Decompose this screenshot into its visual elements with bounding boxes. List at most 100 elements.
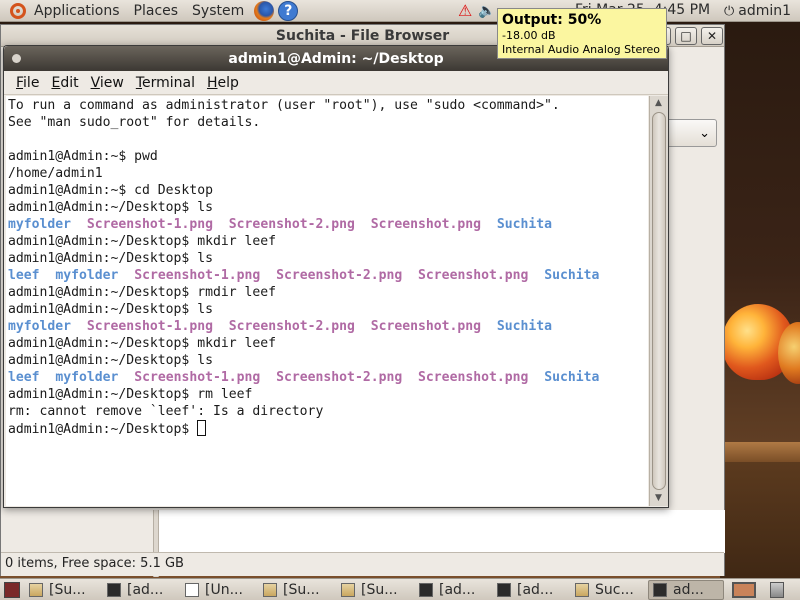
scroll-up-arrow-icon[interactable]: ▲ <box>650 96 667 110</box>
ls-file-entry: Screenshot.png <box>418 370 529 385</box>
terminal-line: admin1@Admin:~/Desktop$ ls <box>8 353 213 368</box>
menu-mnemonic: V <box>90 74 100 91</box>
file-browser-title: Suchita - File Browser <box>275 27 450 44</box>
scroll-down-arrow-icon[interactable]: ▼ <box>650 491 667 505</box>
ls-file-entry: Screenshot-1.png <box>86 217 213 232</box>
menu-file[interactable]: File <box>10 75 45 91</box>
taskbar-window-label: [ad... <box>439 581 476 598</box>
menu-label: erminal <box>142 74 195 91</box>
terminal-line: /home/admin1 <box>8 166 103 181</box>
firefox-icon[interactable] <box>254 0 275 21</box>
workspace-switcher[interactable] <box>732 581 756 598</box>
ls-file-entry: Screenshot-2.png <box>228 217 355 232</box>
ls-file-entry: Screenshot-1.png <box>86 319 213 334</box>
terminal-icon <box>419 582 433 597</box>
terminal-menubar: File Edit View Terminal Help <box>4 71 668 95</box>
terminal-icon <box>107 582 121 597</box>
terminal-line: admin1@Admin:~$ pwd <box>8 149 158 164</box>
file-browser-statusbar: 0 items, Free space: 5.1 GB <box>1 552 724 576</box>
power-icon: ⏻ <box>724 3 735 19</box>
terminal-line: admin1@Admin:~$ cd Desktop <box>8 183 213 198</box>
applications-menu[interactable]: Applications <box>30 0 124 22</box>
ubuntu-logo-icon[interactable] <box>10 2 26 19</box>
menu-view[interactable]: View <box>85 75 130 91</box>
terminal-line: See "man sudo_root" for details. <box>8 115 261 130</box>
taskbar-window-label: Suc... <box>595 581 634 598</box>
ls-directory-entry: Suchita <box>496 217 553 232</box>
taskbar-window-button[interactable]: [Su... <box>336 580 412 600</box>
volume-db: -18.00 dB <box>502 29 556 42</box>
wallpaper-table-edge <box>720 442 800 462</box>
ls-output-line: myfolder Screenshot-1.png Screenshot-2.p… <box>8 216 646 233</box>
menu-label: elp <box>217 74 239 91</box>
ls-file-entry: Screenshot-2.png <box>276 370 403 385</box>
taskbar-window-button[interactable]: [Su... <box>258 580 334 600</box>
ls-output-line: leef myfolder Screenshot-1.png Screensho… <box>8 369 646 386</box>
terminal-line: admin1@Admin:~/Desktop$ rmdir leef <box>8 285 277 300</box>
trash-icon[interactable] <box>770 581 784 598</box>
system-menu[interactable]: System <box>188 0 248 22</box>
menu-mnemonic: F <box>16 74 24 91</box>
taskbar-window-button[interactable]: ad... <box>648 579 724 600</box>
taskbar-window-label: [Un... <box>205 581 243 598</box>
terminal-line: admin1@Admin:~/Desktop$ mkdir leef <box>8 336 277 351</box>
menu-label: iew <box>99 74 124 91</box>
taskbar-window-label: ad... <box>673 581 704 598</box>
taskbar-window-button[interactable]: [Un... <box>180 580 256 600</box>
volume-icon[interactable]: 🔈 <box>478 2 496 20</box>
taskbar-window-label: [Su... <box>361 581 398 598</box>
terminal-icon <box>653 582 667 597</box>
folder-icon <box>341 582 355 597</box>
places-menu[interactable]: Places <box>130 0 183 22</box>
scrollbar-thumb[interactable] <box>652 112 666 490</box>
terminal-title: admin1@Admin: ~/Desktop <box>228 50 444 67</box>
help-icon[interactable]: ? <box>278 0 299 21</box>
menu-edit[interactable]: Edit <box>45 75 84 91</box>
current-prompt-line: admin1@Admin:~/Desktop$ <box>8 420 646 437</box>
ls-directory-entry: myfolder <box>55 268 119 283</box>
terminal-cursor <box>197 420 207 436</box>
maximize-button[interactable]: □ <box>675 27 697 45</box>
ls-output-line: myfolder Screenshot-1.png Screenshot-2.p… <box>8 318 646 335</box>
terminal-icon <box>497 582 511 597</box>
close-button[interactable]: ✕ <box>701 27 723 45</box>
terminal-line: rm: cannot remove `leef': Is a directory <box>8 404 324 419</box>
prompt-text: admin1@Admin:~/Desktop$ <box>8 422 198 437</box>
taskbar-window-button[interactable]: [ad... <box>414 580 490 600</box>
ls-file-entry: Screenshot-2.png <box>228 319 355 334</box>
terminal-line: admin1@Admin:~/Desktop$ ls <box>8 251 213 266</box>
terminal-line: admin1@Admin:~/Desktop$ ls <box>8 302 213 317</box>
ls-directory-entry: leef <box>8 268 40 283</box>
file-list-area[interactable] <box>159 510 725 553</box>
taskbar-window-label: [Su... <box>49 581 86 598</box>
user-menu[interactable]: ⏻ admin1 <box>724 0 791 22</box>
taskbar-window-button[interactable]: [ad... <box>492 580 568 600</box>
taskbar-window-button[interactable]: Suc... <box>570 580 646 600</box>
window-menu-icon[interactable] <box>12 54 21 63</box>
menu-terminal[interactable]: Terminal <box>130 75 201 91</box>
ls-directory-entry: Suchita <box>544 268 600 283</box>
folder-icon <box>29 582 43 597</box>
volume-tooltip: Output: 50% -18.00 dB Internal Audio Ana… <box>497 8 667 59</box>
terminal-scrollbar[interactable]: ▲ ▼ <box>649 96 668 506</box>
taskbar-window-button[interactable]: [Su... <box>24 580 100 600</box>
ls-directory-entry: myfolder <box>55 370 119 385</box>
ls-file-entry: Screenshot.png <box>370 319 482 334</box>
ls-output-line: leef myfolder Screenshot-1.png Screensho… <box>8 267 646 284</box>
user-name: admin1 <box>738 3 792 19</box>
show-desktop-icon[interactable] <box>4 581 20 598</box>
menu-help[interactable]: Help <box>201 75 245 91</box>
bottom-taskbar: [Su... [ad... [Un... [Su... [Su... [ad... [ad.… <box>0 578 800 600</box>
update-alert-icon[interactable]: ⚠ <box>458 1 472 20</box>
taskbar-window-button[interactable]: [ad... <box>102 580 178 600</box>
menu-label: ile <box>23 74 40 91</box>
terminal-output[interactable]: To run a command as administrator (user … <box>6 96 648 506</box>
folder-icon <box>575 582 589 597</box>
menu-mnemonic: E <box>51 74 61 91</box>
menu-label: dit <box>60 74 79 91</box>
taskbar-window-label: [Su... <box>283 581 320 598</box>
terminal-line: admin1@Admin:~/Desktop$ mkdir leef <box>8 234 277 249</box>
chevron-down-icon: ⌄ <box>699 125 710 141</box>
ls-file-entry: Screenshot.png <box>418 268 529 283</box>
